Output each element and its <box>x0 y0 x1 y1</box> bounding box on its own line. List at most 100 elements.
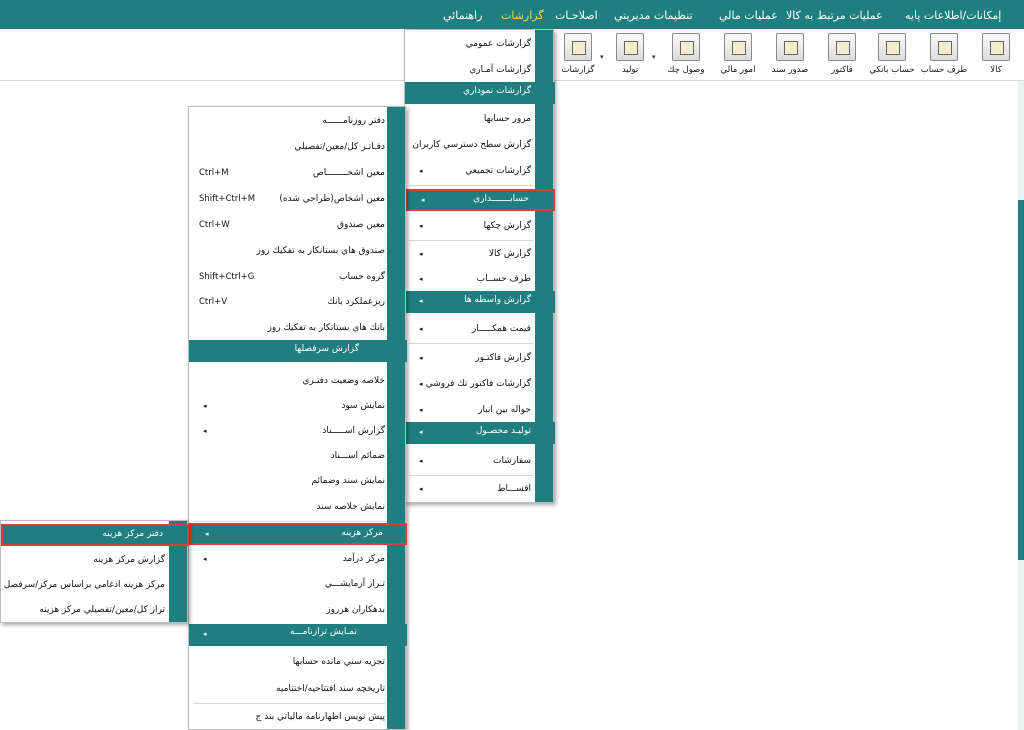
menu-item-label: پيش نويس اظهارنامه مالياتي بند ج <box>255 712 385 722</box>
reports-accounts-review[interactable]: مرور حسابها <box>405 109 555 131</box>
reports-account-party[interactable]: طرف حســاب ◂ <box>405 269 555 291</box>
toolbar-goods-button[interactable]: كالا <box>968 31 1024 79</box>
reports-intermediaries[interactable]: گزارش واسطه ها ◂ <box>405 291 555 313</box>
accounting-show-profit[interactable]: نمايش سود ◂ <box>189 396 407 418</box>
accounting-headings-report[interactable]: گزارش سرفصلها <box>189 340 407 362</box>
accounting-document-with-attachments[interactable]: نمايش سند وضمائم <box>189 471 407 493</box>
reports-checks[interactable]: گزارش چكها ◂ <box>405 216 555 238</box>
menu-item-label: گزارش مركز هزينه <box>93 555 165 565</box>
menu-corrections[interactable]: اصلاحـات <box>555 9 598 22</box>
accounting-trial-balance[interactable]: تـراز آزمايشـــي <box>189 574 407 596</box>
reports-installments[interactable]: اقســـاط ◂ <box>405 479 555 501</box>
reports-graphical[interactable]: گزارشات نموداري <box>405 82 555 104</box>
accounting-aging-balances[interactable]: تجزيه سني مانده حسابها <box>189 652 407 674</box>
toolbar-production-button[interactable]: توليد <box>602 31 658 79</box>
menu-item-label: گزارش فاكتـور <box>475 353 531 363</box>
cost-center-trial-balance[interactable]: تراز كل/معين/تفصيلي مركز هزينه <box>1 600 189 622</box>
menu-item-label: گزارش سرفصلها <box>294 344 359 354</box>
menu-item-label: دفتر روزنامــــــه <box>322 116 385 126</box>
accounting-revenue-center[interactable]: مركز درآمد ◂ <box>189 549 407 571</box>
reports-general[interactable]: گزارشات عمومي <box>405 34 555 56</box>
menu-item-label: ضمائم اســـناد <box>330 451 385 461</box>
reports-user-access[interactable]: گزارش سطح دسترسي كاربران <box>405 135 555 157</box>
menu-item-label: گزارش سطح دسترسي كاربران <box>412 140 531 150</box>
accounting-document-attachments[interactable]: ضمائم اســـناد <box>189 446 407 468</box>
submenu-arrow-icon: ◂ <box>419 354 423 362</box>
toolbar-invoice-button[interactable]: فاكتور <box>814 31 870 79</box>
menu-item-label: تجزيه سني مانده حسابها <box>292 657 385 667</box>
submenu-arrow-icon: ◂ <box>419 406 423 414</box>
submenu-arrow-icon: ◂ <box>419 380 423 388</box>
cost-center-ledger[interactable]: دفتر مركز هزينه <box>1 524 189 546</box>
menu-financial-operations[interactable]: عمليات مالي <box>719 9 778 22</box>
menu-item-label: نمايش سود <box>341 401 386 411</box>
cost-center-merged-by-heading[interactable]: مركز هزينه ادغامي براساس مركز/سرفصل <box>1 575 189 597</box>
submenu-arrow-icon: ◂ <box>419 222 423 230</box>
menu-item-label: نمايش خلاصه سند <box>316 502 385 512</box>
reports-statistical[interactable]: گزارشات آمـاري <box>405 60 555 82</box>
person-icon <box>930 33 958 61</box>
menu-item-label: قيمت همكـــــار <box>471 324 531 334</box>
accounting-bank-details[interactable]: ريزعملكرد بانك Ctrl+V <box>189 292 407 314</box>
menu-shortcut: Shift+Ctrl+G <box>199 272 255 282</box>
menu-item-label: ريزعملكرد بانك <box>327 297 385 307</box>
submenu-arrow-icon: ◂ <box>203 555 207 563</box>
submenu-arrow-icon: ◂ <box>419 457 423 465</box>
menu-item-label: توليـد محصـول <box>475 426 531 436</box>
reports-partner-price[interactable]: قيمت همكـــــار ◂ <box>405 319 555 341</box>
accounting-journal[interactable]: دفتر روزنامــــــه <box>189 111 407 133</box>
menu-item-label: نمـايش ترازنامـــه <box>289 627 357 637</box>
toolbar-check-receipt-button[interactable]: وصول چك <box>658 31 714 79</box>
accounting-account-group[interactable]: گروه حساب Shift+Ctrl+G <box>189 267 407 289</box>
accounting-cash-subsidiary[interactable]: معين صندوق Ctrl+W <box>189 215 407 237</box>
toolbar-reports-button[interactable]: گزارشات <box>550 31 606 79</box>
accounting-person-subsidiary-designed[interactable]: معين اشخاص(طراحي شده) Shift+Ctrl+M <box>189 189 407 211</box>
toolbar-bank-account-button[interactable]: حساب بانكي <box>864 31 920 79</box>
accounting-submenu: دفتر روزنامــــــه دفـاتـر كل/معين/تفصيلي… <box>188 106 407 730</box>
menu-item-label: مركز درآمد <box>342 554 385 564</box>
accounting-tax-declaration-draft[interactable]: پيش نويس اظهارنامه مالياتي بند ج <box>189 707 407 729</box>
accounting-person-subsidiary[interactable]: معين اشخــــــــاص Ctrl+M <box>189 163 407 185</box>
reports-goods[interactable]: گزارش كالا ◂ <box>405 244 555 266</box>
accounting-cost-center[interactable]: مركز هزينه ◂ <box>189 523 407 545</box>
finance-icon <box>724 33 752 61</box>
toolbar-issue-document-button[interactable]: صدور سند <box>762 31 818 79</box>
menu-reports[interactable]: گزارشات <box>501 9 544 22</box>
toolbar-account-party-button[interactable]: طرف حساب <box>916 31 972 79</box>
reports-orders[interactable]: سفارشات ◂ <box>405 451 555 473</box>
submenu-arrow-icon: ◂ <box>205 530 209 538</box>
menu-shortcut: Ctrl+M <box>199 168 229 178</box>
accounting-daily-debtors[interactable]: بدهكاران هرروز <box>189 600 407 622</box>
reports-single-sale-invoice[interactable]: گزارشات فاكتور تك فروشي ◂ <box>405 374 555 396</box>
menu-item-label: مركز هزينه ادغامي براساس مركز/سرفصل <box>3 580 165 590</box>
right-scroll-thumb[interactable] <box>1018 200 1024 560</box>
toolbar-finance-button[interactable]: امور مالي <box>710 31 766 79</box>
reports-warehouse-transfer[interactable]: حواله بين انبار ◂ <box>405 400 555 422</box>
reports-accounting[interactable]: حسابـــــــداري ◂ <box>405 189 555 211</box>
menu-item-label: حسابـــــــداري <box>473 194 529 204</box>
accounting-ledgers[interactable]: دفـاتـر كل/معين/تفصيلي <box>189 137 407 159</box>
accounting-document-summary[interactable]: نمايش خلاصه سند <box>189 497 407 519</box>
accounting-opening-closing-history[interactable]: تاريخچه سند افتتاحيه/اختتاميه <box>189 679 407 701</box>
reports-aggregate[interactable]: گزارشات تجميعي ◂ <box>405 161 555 183</box>
menu-item-label: تـراز آزمايشـــي <box>324 579 385 589</box>
menu-goods-operations[interactable]: عمليات مرتبط به كالا <box>786 9 883 22</box>
cost-center-report[interactable]: گزارش مركز هزينه <box>1 550 189 572</box>
toolbar-label: امور مالي <box>720 65 756 75</box>
menu-item-label: دفتر مركز هزينه <box>102 529 163 539</box>
accounting-documents-report[interactable]: گزارش اســـــناد ◂ <box>189 421 407 443</box>
menu-item-label: گزارش واسطه ها <box>464 295 531 305</box>
accounting-cash-creditors-by-day[interactable]: صندوق هاي بستانكار به تفكيك روز <box>189 241 407 263</box>
submenu-arrow-icon: ◂ <box>419 297 423 305</box>
accounting-ledger-summary[interactable]: خلاصه وضعيت دفتـري <box>189 371 407 393</box>
menu-basic-info[interactable]: إمكانات/اطلاعات پايه <box>905 9 1001 22</box>
submenu-arrow-icon: ◂ <box>419 428 423 436</box>
menu-help[interactable]: راهنمائي <box>443 9 482 22</box>
menu-item-label: گزارشات فاكتور تك فروشي <box>425 379 531 389</box>
accounting-balance-sheet[interactable]: نمـايش ترازنامـــه ◂ <box>189 624 407 646</box>
menu-management-settings[interactable]: تنظيمات مديريتي <box>614 9 693 22</box>
reports-invoice[interactable]: گزارش فاكتـور ◂ <box>405 348 555 370</box>
toolbar-label: طرف حساب <box>920 65 968 75</box>
reports-production[interactable]: توليـد محصـول ◂ <box>405 422 555 444</box>
accounting-bank-creditors-by-day[interactable]: بانك هاي بستانكار به تفكيك روز <box>189 318 407 340</box>
